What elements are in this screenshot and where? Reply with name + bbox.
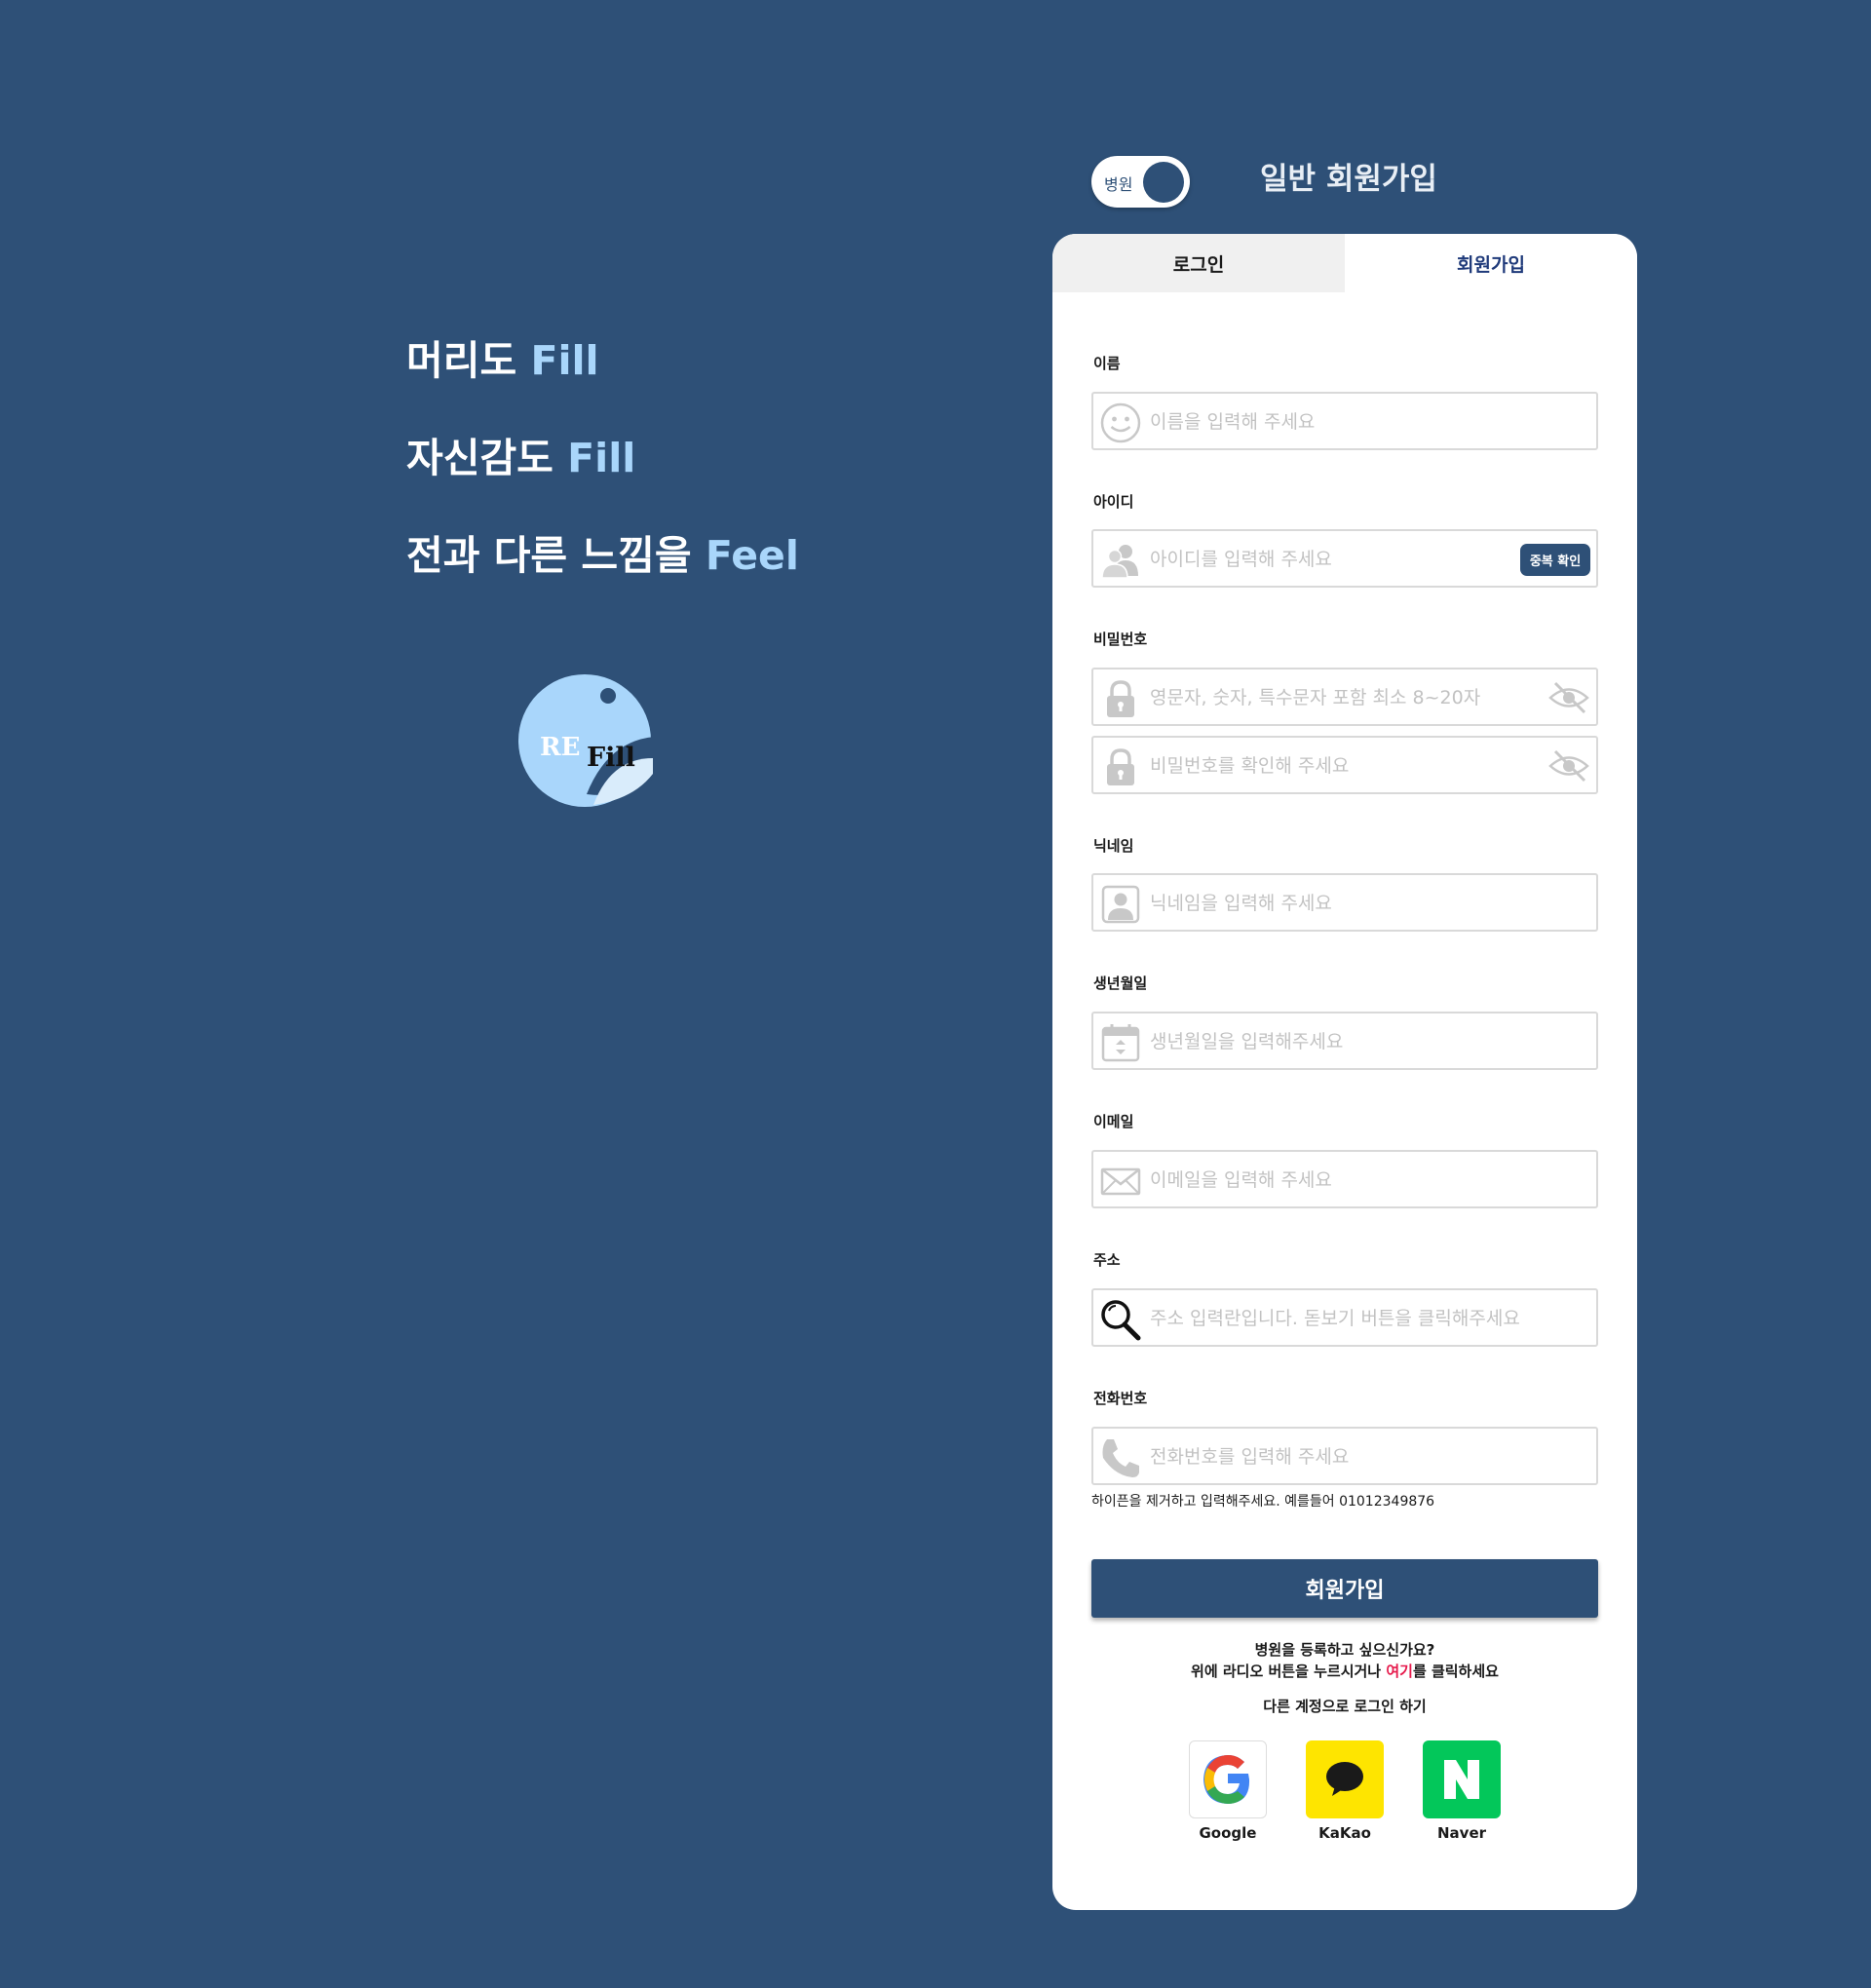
google-login: Google bbox=[1189, 1740, 1267, 1842]
slogan-line-3: 전과 다른 느낌을 Feel bbox=[406, 530, 799, 581]
slogan: 머리도 Fill 자신감도 Fill 전과 다른 느낌을 Feel bbox=[406, 335, 799, 628]
kakao-chat-icon bbox=[1326, 1762, 1363, 1796]
phone-hint: 하이픈을 제거하고 입력해주세요. 예를들어 01012349876 bbox=[1091, 1494, 1435, 1510]
social-name: Google bbox=[1199, 1824, 1257, 1842]
hospital-prompt-text: 를 클릭하세요 bbox=[1412, 1663, 1499, 1680]
signup-submit-button[interactable]: 회원가입 bbox=[1091, 1559, 1598, 1618]
toggle-label: 병원 bbox=[1104, 175, 1133, 194]
refill-logo: RE Fill bbox=[518, 674, 655, 807]
calendar-icon bbox=[1101, 1024, 1140, 1062]
slogan-text: 머리도 bbox=[406, 337, 531, 384]
lock-icon bbox=[1107, 680, 1134, 717]
hospital-prompt-text: 위에 라디오 버튼을 누르시거나 bbox=[1191, 1663, 1387, 1680]
duplicate-check-button[interactable]: 중복 확인 bbox=[1520, 544, 1590, 576]
auth-tabs: 로그인 회원가입 bbox=[1052, 234, 1637, 292]
password-input[interactable] bbox=[1150, 681, 1520, 714]
hospital-prompt: 병원을 등록하고 싶으신가요? bbox=[1254, 1641, 1435, 1659]
users-icon bbox=[1101, 545, 1138, 579]
slogan-line-2: 자신감도 Fill bbox=[406, 433, 799, 483]
password-confirm-input[interactable] bbox=[1150, 749, 1520, 783]
hospital-prompt-line2: 위에 라디오 버튼을 누르시거나 여기를 클릭하세요 bbox=[1052, 1661, 1637, 1681]
phone-field bbox=[1091, 1427, 1598, 1485]
email-field bbox=[1091, 1150, 1598, 1208]
name-label: 이름 bbox=[1093, 355, 1121, 372]
email-label: 이메일 bbox=[1093, 1113, 1134, 1130]
slogan-line-1: 머리도 Fill bbox=[406, 335, 799, 386]
slogan-accent: Feel bbox=[705, 532, 799, 579]
google-icon bbox=[1203, 1755, 1250, 1804]
slogan-text: 자신감도 bbox=[406, 435, 568, 481]
logo-text-left: RE bbox=[540, 733, 580, 762]
password-confirm-field bbox=[1091, 736, 1598, 794]
phone-input[interactable] bbox=[1150, 1440, 1520, 1473]
profile-icon bbox=[1101, 885, 1140, 924]
signup-card: 로그인 회원가입 이름 아이디 중복 확인 비밀번호 bbox=[1052, 234, 1637, 1910]
address-label: 주소 bbox=[1093, 1251, 1121, 1269]
kakao-login-button[interactable] bbox=[1306, 1740, 1384, 1818]
name-input[interactable] bbox=[1150, 405, 1520, 439]
eye-slash-icon[interactable] bbox=[1547, 679, 1590, 716]
tab-signup[interactable]: 회원가입 bbox=[1345, 234, 1637, 292]
password-field bbox=[1091, 668, 1598, 726]
social-login-title: 다른 계정으로 로그인 하기 bbox=[1263, 1698, 1427, 1715]
slogan-accent: Fill bbox=[530, 337, 599, 384]
lock-icon bbox=[1107, 748, 1134, 785]
password-label: 비밀번호 bbox=[1093, 631, 1148, 648]
name-field bbox=[1091, 392, 1598, 450]
naver-login-button[interactable] bbox=[1423, 1740, 1501, 1818]
phone-icon bbox=[1102, 1439, 1139, 1477]
mail-icon bbox=[1100, 1167, 1141, 1196]
nickname-label: 닉네임 bbox=[1093, 837, 1134, 855]
birth-label: 생년월일 bbox=[1093, 975, 1148, 992]
kakao-login: KaKao bbox=[1306, 1740, 1384, 1842]
naver-login: Naver bbox=[1423, 1740, 1501, 1842]
social-name: KaKao bbox=[1318, 1824, 1371, 1842]
address-input[interactable] bbox=[1150, 1302, 1520, 1335]
nickname-field bbox=[1091, 873, 1598, 932]
smiley-icon bbox=[1100, 402, 1141, 443]
tab-login[interactable]: 로그인 bbox=[1052, 234, 1345, 292]
toggle-knob bbox=[1143, 162, 1184, 203]
birth-input[interactable] bbox=[1150, 1025, 1520, 1058]
hospital-register-link[interactable]: 여기 bbox=[1386, 1663, 1413, 1680]
social-name: Naver bbox=[1436, 1824, 1487, 1842]
hospital-toggle[interactable]: 병원 bbox=[1091, 156, 1190, 208]
id-label: 아이디 bbox=[1093, 493, 1134, 511]
nickname-input[interactable] bbox=[1150, 887, 1520, 920]
email-input[interactable] bbox=[1150, 1164, 1520, 1197]
id-input[interactable] bbox=[1150, 543, 1520, 576]
birth-field bbox=[1091, 1012, 1598, 1070]
phone-label: 전화번호 bbox=[1093, 1390, 1148, 1407]
logo-text-right: Fill bbox=[587, 743, 635, 773]
google-login-button[interactable] bbox=[1189, 1740, 1267, 1818]
slogan-accent: Fill bbox=[567, 435, 636, 481]
page-title: 일반 회원가입 bbox=[1260, 162, 1437, 197]
slogan-text: 전과 다른 느낌을 bbox=[406, 532, 706, 579]
naver-n-icon bbox=[1444, 1760, 1479, 1799]
eye-slash-icon[interactable] bbox=[1547, 747, 1590, 784]
search-icon[interactable] bbox=[1099, 1298, 1142, 1341]
address-field bbox=[1091, 1288, 1598, 1347]
id-field: 중복 확인 bbox=[1091, 529, 1598, 588]
